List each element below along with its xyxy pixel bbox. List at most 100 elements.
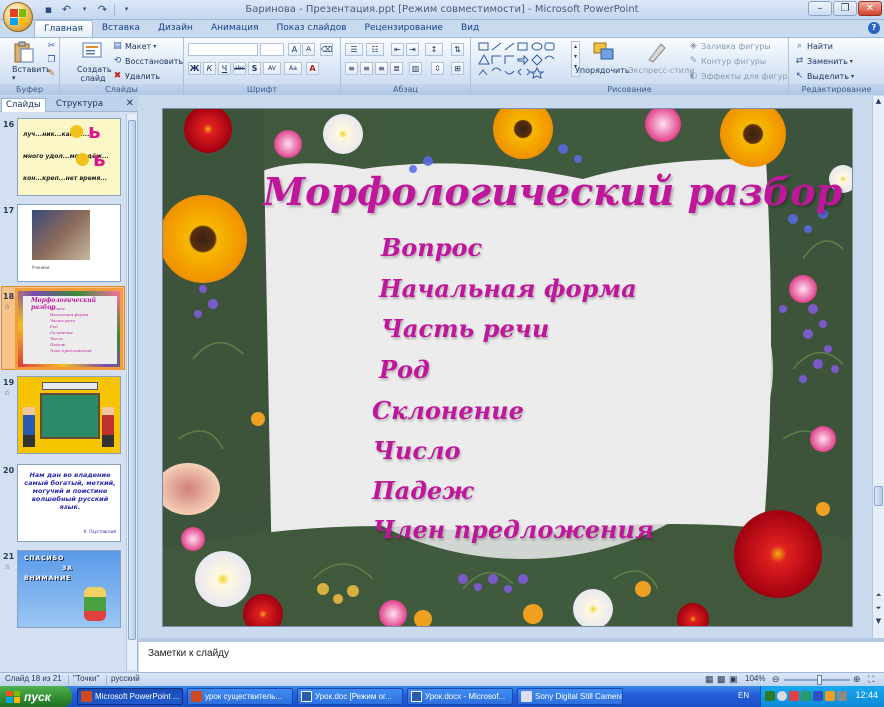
decrease-indent-icon[interactable]: ⇤	[391, 43, 404, 56]
tray-app-icon[interactable]	[789, 691, 799, 701]
reset-button[interactable]: ⟲ Восстановить	[112, 56, 183, 66]
clock[interactable]: 12:44	[855, 690, 878, 700]
scroll-up-icon[interactable]: ▲	[873, 96, 884, 107]
format-painter-icon[interactable]: ✎	[46, 69, 57, 79]
slide-item-case[interactable]: Падеж	[372, 476, 474, 505]
select-button[interactable]: ↖ Выделить ▾	[794, 71, 854, 81]
tab-view[interactable]: Вид	[452, 20, 488, 37]
close-panel-icon[interactable]: ✕	[126, 98, 134, 109]
office-button[interactable]	[3, 2, 33, 32]
quick-styles-button[interactable]: Экспресс-стили	[628, 66, 694, 75]
smartart-icon[interactable]: ⊞	[451, 62, 464, 75]
shadow-button[interactable]: S	[248, 62, 261, 75]
shape-fill-button[interactable]: ◈ Заливка фигуры	[688, 41, 771, 51]
arrange-button[interactable]: Упорядочить	[575, 66, 630, 75]
shape-effects-button[interactable]: ◐ Эффекты для фигур	[688, 71, 788, 81]
slide-item-sentence-member[interactable]: Член предложения	[373, 515, 654, 544]
tray-app-icon[interactable]	[837, 691, 847, 701]
slide-thumbnail-20[interactable]: Нам дан во владение самый богатый, метки…	[17, 464, 121, 542]
cut-icon[interactable]: ✂	[46, 41, 57, 51]
paste-icon[interactable]	[10, 40, 36, 64]
notes-pane[interactable]: Заметки к слайду	[139, 638, 884, 672]
scroll-down-icon[interactable]: ▼	[873, 616, 884, 627]
taskbar-item-lesson[interactable]: урок существитель...	[187, 688, 293, 705]
fit-to-window-icon[interactable]: ⛶	[868, 674, 874, 685]
language-status[interactable]: русский	[111, 674, 140, 683]
keyboard-language[interactable]: EN	[738, 691, 749, 700]
font-name-dropdown[interactable]	[188, 43, 258, 56]
justify-icon[interactable]: ≣	[390, 62, 403, 75]
replace-button[interactable]: ⇄ Заменить ▾	[794, 56, 853, 66]
line-spacing-icon[interactable]: ↕	[425, 43, 443, 56]
tray-network-icon[interactable]	[825, 691, 835, 701]
font-color-icon[interactable]: A	[306, 62, 319, 75]
taskbar-item-word-doc[interactable]: Урок.doc [Режим ог...	[297, 688, 403, 705]
next-slide-icon[interactable]: ⏷	[873, 603, 884, 614]
bold-button[interactable]: Ж	[188, 62, 201, 75]
tab-outline[interactable]: Структура	[52, 98, 107, 112]
slide-sorter-icon[interactable]: ▩	[717, 674, 726, 685]
increase-indent-icon[interactable]: ⇥	[406, 43, 419, 56]
current-slide[interactable]: Морфологический разбор Вопрос Начальная …	[162, 108, 853, 627]
tab-animation[interactable]: Анимация	[202, 20, 268, 37]
delete-slide-button[interactable]: ✖ Удалить	[112, 71, 160, 81]
tab-design[interactable]: Дизайн	[149, 20, 202, 37]
slide-thumbnail-17[interactable]: Ученики	[17, 204, 121, 282]
thumbnails-scrollbar[interactable]	[126, 114, 137, 670]
help-icon[interactable]: ?	[868, 22, 880, 34]
shapes-gallery[interactable]	[477, 41, 569, 79]
tab-home[interactable]: Главная	[34, 20, 93, 37]
clear-format-icon[interactable]: ⌫	[320, 43, 333, 56]
align-right-icon[interactable]: ≡	[375, 62, 388, 75]
zoom-slider-knob[interactable]	[817, 675, 822, 685]
slide-thumbnail-16[interactable]: луч...ник...камен... много удол...молодё…	[17, 118, 121, 196]
tab-insert[interactable]: Вставка	[93, 20, 149, 37]
change-case-button[interactable]: Aa	[284, 62, 302, 75]
slide-title[interactable]: Морфологический разбор	[263, 169, 842, 214]
underline-button[interactable]: Ч	[218, 62, 231, 75]
character-spacing-button[interactable]: AV	[263, 62, 281, 75]
tab-review[interactable]: Рецензирование	[356, 20, 452, 37]
shape-outline-button[interactable]: ✎ Контур фигуры	[688, 56, 766, 66]
tab-slides[interactable]: Слайды	[1, 98, 46, 112]
shrink-font-icon[interactable]: A	[302, 43, 315, 56]
slide-thumbnail-18[interactable]: Морфологический разбор Вопрос Начальная ф…	[15, 288, 123, 370]
find-button[interactable]: ⌕ Найти	[794, 41, 833, 51]
normal-view-icon[interactable]: ▦	[705, 674, 714, 685]
slide-scroll-thumb[interactable]	[874, 486, 883, 506]
zoom-in-icon[interactable]: ⊕	[853, 674, 861, 685]
zoom-out-icon[interactable]: ⊖	[772, 674, 780, 685]
layout-button[interactable]: ▤ Макет ▾	[112, 41, 156, 51]
taskbar-item-powerpoint[interactable]: Microsoft PowerPoint ...	[77, 688, 183, 705]
new-slide-icon[interactable]	[80, 40, 106, 64]
copy-icon[interactable]: ❐	[46, 55, 57, 65]
taskbar-item-word-docx[interactable]: Урок.docx - Microsof...	[407, 688, 513, 705]
quick-styles-icon[interactable]	[643, 40, 669, 64]
new-slide-button[interactable]: Создать слайд	[77, 65, 112, 83]
numbering-icon[interactable]: ☷	[366, 43, 384, 56]
columns-icon[interactable]: ▥	[409, 62, 422, 75]
strikethrough-button[interactable]: abc	[233, 62, 246, 75]
minimize-button[interactable]: –	[808, 1, 832, 16]
tray-app-icon[interactable]	[813, 691, 823, 701]
taskbar-item-camera[interactable]: Sony Digital Still Camera	[517, 688, 623, 705]
theme-name[interactable]: "Точки"	[73, 674, 99, 683]
arrange-icon[interactable]	[591, 40, 617, 64]
close-button[interactable]: ✕	[858, 1, 882, 16]
text-direction-icon[interactable]: ⇅	[451, 43, 464, 56]
align-left-icon[interactable]: ≡	[345, 62, 358, 75]
align-text-icon[interactable]: ⇳	[431, 62, 444, 75]
slide-thumbnail-21[interactable]: СПАСИБО ЗА ВНИМАНИЕ	[17, 550, 121, 628]
tray-app-icon[interactable]	[765, 691, 775, 701]
slide-scrollbar[interactable]: ▲ ⏶ ⏷ ▼	[872, 96, 884, 638]
tray-volume-icon[interactable]	[777, 691, 787, 701]
slideshow-view-icon[interactable]: ▣	[729, 674, 738, 685]
slide-thumbnail-19[interactable]	[17, 376, 121, 454]
slide-item-declension[interactable]: Склонение	[372, 396, 524, 425]
bullets-icon[interactable]: ☰	[345, 43, 363, 56]
italic-button[interactable]: К	[203, 62, 216, 75]
slide-item-initial-form[interactable]: Начальная форма	[379, 274, 637, 303]
slide-item-number[interactable]: Число	[373, 436, 461, 465]
paste-dropdown-icon[interactable]: ▾	[12, 74, 16, 82]
tray-app-icon[interactable]	[801, 691, 811, 701]
